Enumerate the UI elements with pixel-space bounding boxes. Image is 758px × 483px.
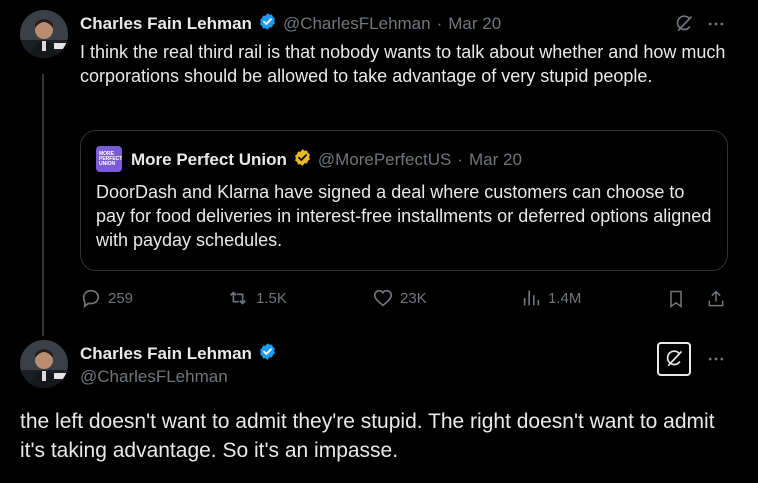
quoted-author-logo[interactable]: MORE PERFECT UNION <box>96 146 122 172</box>
like-count: 23K <box>400 289 427 307</box>
more-options-icon[interactable] <box>704 12 728 36</box>
quoted-author-handle[interactable]: @MorePerfectUS <box>318 150 451 170</box>
views-button[interactable]: 1.4M <box>520 287 581 309</box>
author-name[interactable]: Charles Fain Lehman <box>80 344 252 364</box>
tweet-date[interactable]: Mar 20 <box>448 14 501 34</box>
tweet-body: I think the real third rail is that nobo… <box>80 42 726 86</box>
repost-count: 1.5K <box>256 289 287 307</box>
analytics-icon <box>523 290 540 306</box>
bookmark-button[interactable] <box>664 287 688 311</box>
repost-icon <box>230 291 246 305</box>
logo-text: MORE PERFECT UNION <box>99 151 122 167</box>
author-handle[interactable]: @CharlesFLehman <box>80 367 228 387</box>
share-icon <box>708 290 724 307</box>
quoted-tweet-header: More Perfect Union @MorePerfectUS · Mar … <box>131 148 522 172</box>
share-button[interactable] <box>704 287 728 311</box>
reply-button[interactable]: 259 <box>80 287 133 309</box>
dot-separator: · <box>436 14 443 33</box>
heart-icon <box>373 289 393 307</box>
verified-badge-icon <box>258 342 277 366</box>
thread-connector-line <box>42 74 44 336</box>
verified-gold-badge-icon <box>293 148 312 172</box>
quoted-author-name[interactable]: More Perfect Union <box>131 150 287 170</box>
reply-icon <box>82 289 100 309</box>
tweet-header: Charles Fain Lehman @CharlesFLehman · Ma… <box>80 12 501 36</box>
quoted-tweet-date[interactable]: Mar 20 <box>469 150 522 170</box>
verified-badge-icon <box>258 12 277 36</box>
tweet-header: Charles Fain Lehman <box>80 342 277 366</box>
view-count: 1.4M <box>548 289 582 307</box>
author-handle[interactable]: @CharlesFLehman <box>283 14 431 34</box>
bookmark-icon <box>670 290 682 308</box>
reply-count: 259 <box>108 289 134 307</box>
dot-separator: · <box>457 150 463 169</box>
grok-icon[interactable] <box>672 12 696 36</box>
author-avatar[interactable] <box>20 340 68 388</box>
more-options-icon[interactable] <box>704 347 728 371</box>
grok-icon <box>666 350 683 367</box>
grok-button[interactable] <box>657 342 691 376</box>
like-button[interactable]: 23K <box>372 287 427 309</box>
main-tweet-body: the left doesn't want to admit they're s… <box>20 410 715 462</box>
author-name[interactable]: Charles Fain Lehman <box>80 14 252 34</box>
quoted-tweet-body: DoorDash and Klarna have signed a deal w… <box>96 182 712 250</box>
repost-button[interactable]: 1.5K <box>226 287 287 309</box>
author-avatar[interactable] <box>20 10 68 58</box>
